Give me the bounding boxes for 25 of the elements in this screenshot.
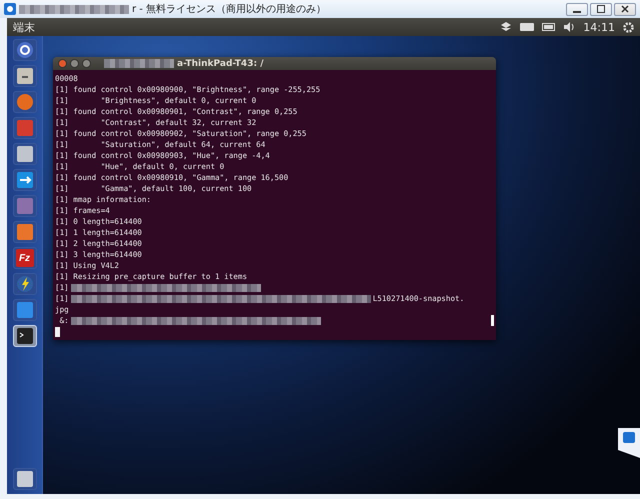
battery-icon[interactable] [542, 23, 556, 31]
maximize-icon [597, 5, 605, 13]
launcher-item[interactable] [12, 273, 36, 295]
launcher-item[interactable] [12, 169, 36, 191]
gear-icon[interactable] [623, 22, 634, 32]
launcher-item[interactable] [12, 468, 36, 490]
drawer-icon [16, 67, 34, 85]
window-title: r - 無料ライセンス（商用以外の用途のみ） [132, 2, 326, 16]
lightning-icon [16, 275, 34, 293]
app-name: 端末 [13, 20, 35, 34]
close-icon [621, 5, 629, 13]
launcher-item[interactable] [12, 143, 36, 165]
arrows-icon [16, 171, 34, 189]
clock[interactable]: 14:11 [583, 20, 615, 34]
launcher-item[interactable] [12, 65, 36, 87]
terminal-title: a-ThinkPad-T43: / [177, 58, 264, 68]
launcher-item[interactable] [12, 39, 36, 61]
circle-logo-icon [16, 41, 34, 59]
terminal-icon [16, 327, 34, 345]
app-icon [4, 3, 16, 15]
remote-tab-icon[interactable] [618, 428, 640, 458]
volume-icon[interactable] [564, 22, 576, 32]
close-button[interactable] [614, 2, 636, 16]
minimize-button[interactable] [566, 2, 588, 16]
maximize-button[interactable] [590, 2, 612, 16]
